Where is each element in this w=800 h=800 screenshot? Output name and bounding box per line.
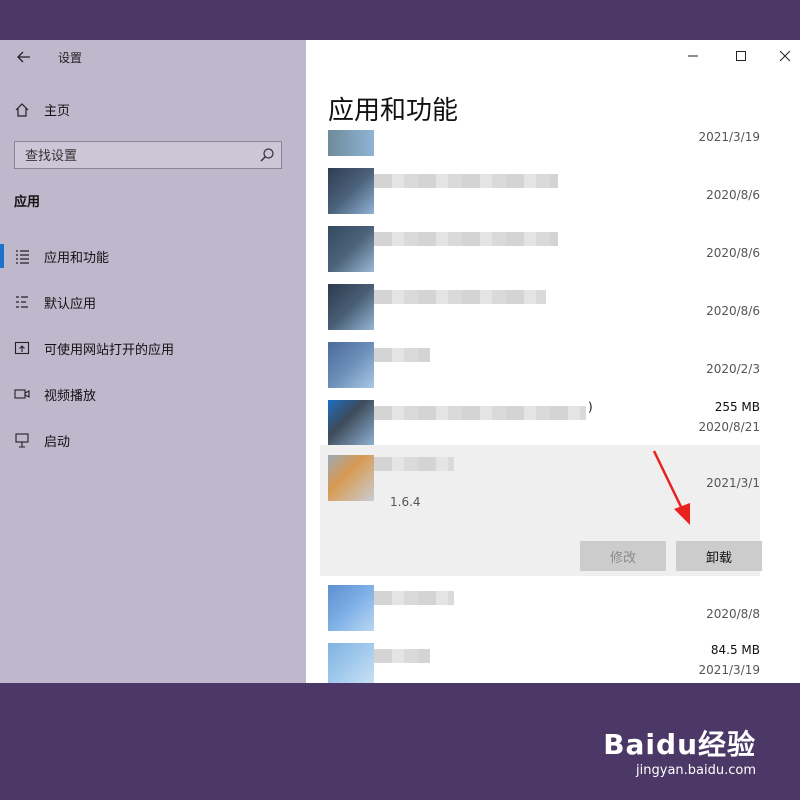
default-apps-icon [14,294,30,310]
search-icon[interactable] [259,147,275,163]
app-name-blurred [374,232,558,246]
app-install-date: 2021/3/19 [698,663,760,677]
app-version: 1.6.4 [390,495,421,509]
app-icon [328,585,374,631]
app-name-blurred [374,174,558,188]
settings-window: 设置 主页 应用 应用和功能 默认应用 可使用网站打开的应用 [0,40,800,683]
app-icon [328,455,374,501]
back-arrow-icon[interactable] [12,46,36,68]
app-list-item[interactable]: 84.5 MB 2021/3/19 [320,643,760,683]
maximize-icon[interactable] [724,44,758,68]
app-icon [328,284,374,330]
app-list-item[interactable]: 2020/8/8 [320,585,760,643]
app-name-blurred [374,649,430,663]
active-indicator [0,244,4,268]
watermark-logo: Baidu经验 [603,728,756,761]
page-title: 应用和功能 [328,96,459,126]
search-input[interactable] [15,142,257,170]
app-list-item[interactable]: 2020/8/6 [320,284,760,342]
sidebar-item-label: 应用和功能 [44,250,110,266]
app-icon [328,342,374,388]
modify-button[interactable]: 修改 [580,541,666,571]
app-icon [328,643,374,683]
sidebar-item-label: 默认应用 [44,296,97,312]
app-install-date: 2021/3/1 [706,476,760,490]
app-list-item-selected[interactable]: 2021/3/1 1.6.4 修改 卸载 [320,445,762,576]
app-name-suffix: ) [588,400,593,414]
app-list-item[interactable]: 2020/8/6 [320,226,760,284]
app-install-date: 2020/8/6 [706,246,760,260]
app-size: 84.5 MB [710,643,760,657]
home-label: 主页 [44,104,71,119]
app-name-blurred [374,290,546,304]
app-icon [328,226,374,272]
home-icon [15,102,29,117]
app-name-blurred [374,457,454,471]
app-icon [328,168,374,214]
minimize-icon[interactable] [676,44,710,68]
app-install-date: 2020/8/8 [706,607,760,621]
app-name-blurred [374,406,586,420]
search-box [14,141,282,170]
main-panel: 应用和功能 2021/3/19 2020/8/6 2020/8/6 2020/8… [306,40,800,683]
sidebar-item-open-with-website[interactable]: 可使用网站打开的应用 [0,331,306,365]
close-icon[interactable] [768,44,800,68]
app-size: 255 MB [714,400,760,414]
window-title: 设置 [58,51,83,65]
app-install-date: 2021/3/19 [698,130,760,144]
sidebar-item-label: 可使用网站打开的应用 [44,342,175,358]
video-icon [14,386,30,402]
app-install-date: 2020/8/6 [706,304,760,318]
watermark-url: jingyan.baidu.com [636,763,756,778]
list-icon [14,248,30,264]
sidebar-item-startup[interactable]: 启动 [0,423,306,457]
app-install-date: 2020/2/3 [706,362,760,376]
sidebar-item-default-apps[interactable]: 默认应用 [0,285,306,319]
startup-icon [14,432,30,448]
app-install-date: 2020/8/21 [698,420,760,434]
app-icon [328,400,374,446]
open-website-icon [14,340,30,356]
sidebar-item-apps-features[interactable]: 应用和功能 [0,239,306,273]
watermark: Baidu经验 jingyan.baidu.com [603,723,756,778]
sidebar-item-label: 视频播放 [44,388,97,404]
app-list-item[interactable]: 2020/8/6 [320,168,760,226]
app-icon [328,130,374,156]
uninstall-button[interactable]: 卸载 [676,541,762,571]
section-title: 应用 [14,195,41,210]
sidebar: 设置 主页 应用 应用和功能 默认应用 可使用网站打开的应用 [0,40,306,683]
sidebar-item-label: 启动 [44,434,71,450]
sidebar-item-home[interactable]: 主页 [14,100,70,119]
sidebar-item-video-playback[interactable]: 视频播放 [0,377,306,411]
app-list-item[interactable]: 2020/2/3 [320,342,760,400]
app-install-date: 2020/8/6 [706,188,760,202]
app-name-blurred [374,591,454,605]
app-name-blurred [374,348,430,362]
